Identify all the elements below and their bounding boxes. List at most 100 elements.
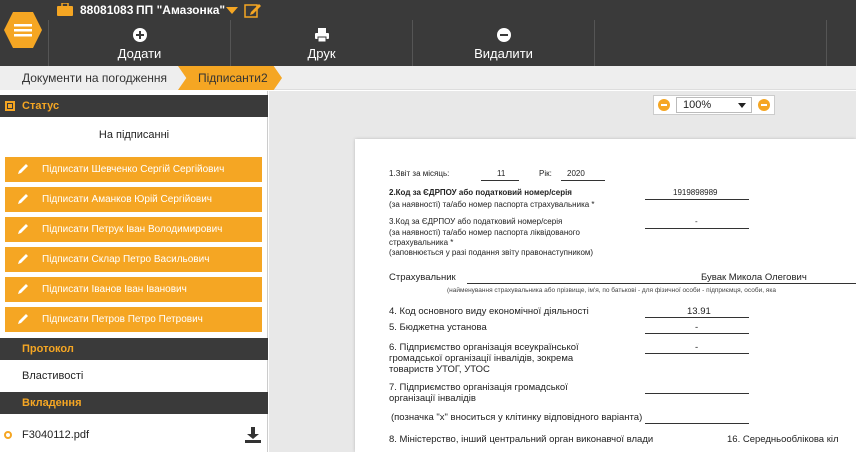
delete-button[interactable]: Видалити bbox=[412, 20, 594, 66]
status-icon bbox=[5, 101, 15, 111]
top-bar: 88081083 ПП "Амазонка" bbox=[0, 0, 856, 20]
sign-button[interactable]: Підписати Петров Петро Петрович bbox=[5, 307, 262, 332]
add-button[interactable]: Додати bbox=[48, 20, 230, 66]
doc-line bbox=[645, 333, 749, 334]
protocol-header[interactable]: Протокол bbox=[0, 338, 268, 360]
edit-icon[interactable] bbox=[244, 2, 262, 18]
sign-button[interactable]: Підписати Склар Петро Васильович bbox=[5, 247, 262, 272]
sign-button[interactable]: Підписати Аманков Юрій Сергійович bbox=[5, 187, 262, 212]
sign-button[interactable]: Підписати Петрук Іван Володимирович bbox=[5, 217, 262, 242]
doc-item5: 5. Бюджетна установа bbox=[389, 322, 487, 333]
doc-item6-line1: 6. Підприємство організація всеукраїнськ… bbox=[389, 342, 579, 353]
signer-label: Підписати Аманков Юрій Сергійович bbox=[42, 194, 213, 205]
doc-item6-line3: товариств УТОГ, УТОС bbox=[389, 364, 490, 375]
briefcase-icon bbox=[57, 3, 73, 16]
doc-line bbox=[645, 423, 749, 424]
doc-item6-line2: громадської організації інвалідів, зокре… bbox=[389, 353, 574, 364]
document-viewer: 100% 1.Звіт за місяць: 11 Рік: 2020 2.Ко… bbox=[269, 91, 856, 452]
breadcrumb-item-documents[interactable]: Документи на погодження bbox=[0, 66, 182, 90]
protocol-title: Протокол bbox=[22, 343, 74, 355]
toolbar: Додати Друк Видалити bbox=[0, 20, 856, 66]
printer-icon bbox=[314, 28, 329, 43]
signer-label: Підписати Іванов Іван Іванович bbox=[42, 284, 187, 295]
doc-insurer-note: (найменування страхувальника або прізвищ… bbox=[447, 287, 776, 294]
doc-item6-value: - bbox=[695, 342, 699, 353]
doc-item3-note2: страхувальника * bbox=[389, 238, 454, 247]
pen-icon bbox=[18, 314, 28, 324]
doc-report-month-label: 1.Звіт за місяць: bbox=[389, 169, 450, 178]
signer-label: Підписати Шевченко Сергій Сергійович bbox=[42, 164, 225, 175]
doc-line bbox=[561, 180, 605, 181]
doc-insurer-name: Бувак Микола Олегович bbox=[701, 272, 807, 283]
doc-line bbox=[467, 283, 856, 284]
zoom-value: 100% bbox=[683, 99, 712, 111]
document-page: 1.Звіт за місяць: 11 Рік: 2020 2.Код за … bbox=[355, 139, 856, 452]
doc-line bbox=[645, 393, 749, 394]
zoom-in-icon[interactable] bbox=[758, 99, 770, 111]
doc-item7-note: (позначка "х" вноситься у клітинку відпо… bbox=[391, 412, 643, 423]
toolbar-empty bbox=[594, 20, 826, 66]
doc-item4: 4. Код основного виду економічної діяльн… bbox=[389, 306, 589, 317]
pen-icon bbox=[18, 284, 28, 294]
plus-icon bbox=[132, 28, 147, 42]
attachment-row[interactable]: F3040112.pdf bbox=[0, 420, 268, 450]
doc-item3-value: - bbox=[695, 217, 698, 226]
doc-code: 1919898989 bbox=[673, 188, 718, 197]
print-button[interactable]: Друк bbox=[230, 20, 412, 66]
doc-line bbox=[645, 317, 749, 318]
doc-item7-line2: організації інвалідів bbox=[389, 393, 476, 404]
breadcrumb-item-signers[interactable]: Підписанти2 bbox=[178, 66, 282, 90]
doc-report-month: 11 bbox=[497, 169, 506, 178]
minus-icon bbox=[496, 28, 511, 42]
doc-line bbox=[481, 180, 519, 181]
organization-name[interactable]: ПП "Амазонка" bbox=[136, 3, 225, 17]
attachments-header[interactable]: Вкладення bbox=[0, 392, 268, 414]
signer-label: Підписати Петрук Іван Володимирович bbox=[42, 224, 223, 235]
chevron-down-icon bbox=[738, 103, 746, 108]
status-title: Статус bbox=[22, 100, 60, 112]
doc-line bbox=[645, 199, 749, 200]
radio-icon[interactable] bbox=[4, 431, 12, 439]
signer-label: Підписати Петров Петро Петрович bbox=[42, 314, 203, 325]
add-label: Додати bbox=[117, 46, 162, 61]
doc-item3-title: 3.Код за ЄДРПОУ або податковий номер/сер… bbox=[389, 217, 563, 226]
pen-icon bbox=[18, 254, 28, 264]
sign-button[interactable]: Підписати Іванов Іван Іванович bbox=[5, 277, 262, 302]
doc-item7-line1: 7. Підприємство організація громадської bbox=[389, 382, 568, 393]
doc-line bbox=[645, 228, 749, 229]
pen-icon bbox=[18, 164, 28, 174]
doc-item16: 16. Середньооблікова кіл bbox=[727, 434, 839, 445]
account-number: 88081083 bbox=[80, 3, 134, 17]
app-logo[interactable] bbox=[3, 10, 43, 50]
pen-icon bbox=[18, 224, 28, 234]
sign-button[interactable]: Підписати Шевченко Сергій Сергійович bbox=[5, 157, 262, 182]
zoom-out-icon[interactable] bbox=[658, 99, 670, 111]
doc-item3-note3: (заповнюється у разі подання звіту право… bbox=[389, 248, 594, 257]
toolbar-right-slot bbox=[826, 20, 856, 66]
sidebar: Статус На підписанні Підписати Шевченко … bbox=[0, 91, 268, 452]
zoom-control: 100% bbox=[653, 95, 775, 115]
print-label: Друк bbox=[307, 46, 336, 61]
doc-insurer-label: Страхувальник bbox=[389, 272, 456, 283]
pen-icon bbox=[18, 194, 28, 204]
doc-kved: 13.91 bbox=[687, 306, 711, 317]
doc-line bbox=[645, 353, 749, 354]
doc-item2-title: 2.Код за ЄДРПОУ або податковий номер/сер… bbox=[389, 188, 572, 197]
doc-item3-note: (за наявності) та/або номер паспорта лік… bbox=[389, 228, 580, 237]
download-icon[interactable] bbox=[244, 426, 262, 444]
delete-label: Видалити bbox=[474, 46, 533, 61]
doc-item2-note: (за наявності) та/або номер паспорта стр… bbox=[389, 200, 595, 209]
doc-year-label: Рік: bbox=[539, 169, 552, 178]
attachment-file-name[interactable]: F3040112.pdf bbox=[22, 429, 89, 441]
chevron-down-icon[interactable] bbox=[226, 7, 238, 14]
zoom-select[interactable]: 100% bbox=[676, 97, 752, 113]
status-header[interactable]: Статус bbox=[0, 95, 268, 117]
doc-year: 2020 bbox=[567, 169, 585, 178]
doc-item5-value: - bbox=[695, 322, 699, 333]
properties-link[interactable]: Властивості bbox=[22, 370, 83, 382]
doc-item8: 8. Міністерство, інший центральний орган… bbox=[389, 434, 654, 445]
attachments-title: Вкладення bbox=[22, 397, 82, 409]
breadcrumb: Документи на погодження Підписанти2 bbox=[0, 66, 856, 90]
status-value: На підписанні bbox=[98, 129, 170, 141]
signer-label: Підписати Склар Петро Васильович bbox=[42, 254, 210, 265]
